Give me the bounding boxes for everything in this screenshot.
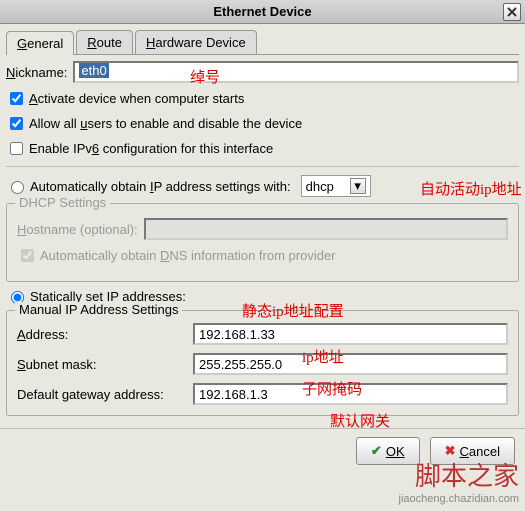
ipv6-label: Enable IPv6 configuration for this inter… (29, 141, 273, 156)
address-input[interactable] (193, 323, 508, 345)
gateway-input[interactable] (193, 383, 508, 405)
autodns-label: Automatically obtain DNS information fro… (40, 248, 336, 263)
ipv6-check-row: Enable IPv6 configuration for this inter… (6, 139, 519, 158)
tab-general[interactable]: General (6, 31, 74, 55)
divider (6, 166, 519, 167)
cancel-icon: ✖ (445, 443, 456, 459)
nickname-row: Nickname: eth0 (6, 61, 519, 83)
activate-label: Activate device when computer starts (29, 91, 244, 106)
gateway-label: Default gateway address: (17, 387, 187, 402)
tab-hardware[interactable]: Hardware Device (135, 30, 257, 54)
auto-ip-label: Automatically obtain IP address settings… (30, 179, 291, 194)
dhcp-legend: DHCP Settings (15, 195, 110, 210)
auto-ip-row: Automatically obtain IP address settings… (6, 175, 519, 197)
close-icon (507, 7, 517, 17)
manual-ip-legend: Manual IP Address Settings (15, 302, 182, 317)
nickname-input[interactable]: eth0 (73, 61, 519, 83)
users-label: Allow all users to enable and disable th… (29, 116, 302, 131)
address-label: Address: (17, 327, 187, 342)
window-title: Ethernet Device (213, 4, 311, 19)
dhcp-fieldset: DHCP Settings Hostname (optional): Autom… (6, 203, 519, 282)
tab-row: General Route Hardware Device (6, 30, 519, 55)
subnet-label: Subnet mask: (17, 357, 187, 372)
hostname-input (144, 218, 508, 240)
nickname-label: Nickname: (6, 65, 67, 80)
close-button[interactable] (503, 3, 521, 21)
activate-check-row: Activate device when computer starts (6, 89, 519, 108)
dhcp-dropdown[interactable]: dhcp ▾ (301, 175, 371, 197)
subnet-input[interactable] (193, 353, 508, 375)
footer: ✔OK ✖Cancel (0, 428, 525, 473)
cancel-button[interactable]: ✖Cancel (430, 437, 515, 465)
chevron-down-icon: ▾ (350, 178, 366, 194)
users-check-row: Allow all users to enable and disable th… (6, 114, 519, 133)
autodns-checkbox (21, 249, 34, 262)
users-checkbox[interactable] (10, 117, 23, 130)
titlebar: Ethernet Device (0, 0, 525, 24)
manual-ip-fieldset: Manual IP Address Settings Address: Subn… (6, 310, 519, 416)
check-icon: ✔ (371, 443, 382, 459)
activate-checkbox[interactable] (10, 92, 23, 105)
ok-button[interactable]: ✔OK (356, 437, 420, 465)
auto-ip-radio[interactable] (11, 181, 24, 194)
tab-route[interactable]: Route (76, 30, 133, 54)
ipv6-checkbox[interactable] (10, 142, 23, 155)
hostname-label: Hostname (optional): (17, 222, 138, 237)
